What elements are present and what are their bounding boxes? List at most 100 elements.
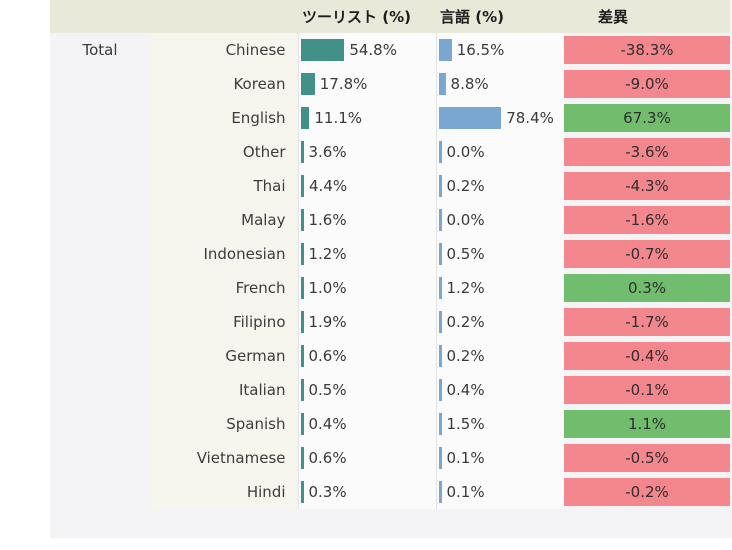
difference-value: 67.3% xyxy=(564,104,730,132)
tourist-bar-cell[interactable]: 0.4% xyxy=(297,407,436,441)
difference-value: -0.7% xyxy=(564,240,730,268)
row-language-label[interactable]: Vietnamese xyxy=(150,441,298,475)
tourist-bar-cell[interactable]: 1.9% xyxy=(297,305,436,339)
language-value: 8.8% xyxy=(450,75,489,93)
difference-cell[interactable]: 67.3% xyxy=(564,101,730,135)
difference-cell[interactable]: -1.7% xyxy=(564,305,730,339)
row-language-label[interactable]: Filipino xyxy=(150,305,298,339)
table-row[interactable]: Total Chinese 54.8% 16.5% -38.3% xyxy=(50,33,730,67)
tourist-bar-wrapper: 0.6% xyxy=(299,341,436,371)
language-bar-wrapper: 8.8% xyxy=(437,69,565,99)
language-bar-cell[interactable]: 8.8% xyxy=(435,67,565,101)
tourist-bar-cell[interactable]: 0.6% xyxy=(297,339,436,373)
table-row[interactable]: Malay 1.6% 0.0% -1.6% xyxy=(50,203,730,237)
difference-value: -0.5% xyxy=(564,444,730,472)
tourist-bar-cell[interactable]: 1.0% xyxy=(297,271,436,305)
language-bar-cell[interactable]: 0.4% xyxy=(435,373,565,407)
table-row[interactable]: English 11.1% 78.4% 67.3% xyxy=(50,101,730,135)
difference-cell[interactable]: 1.1% xyxy=(564,407,730,441)
table-row[interactable]: Spanish 0.4% 1.5% 1.1% xyxy=(50,407,730,441)
language-bar xyxy=(438,73,446,95)
row-language-label[interactable]: English xyxy=(150,101,298,135)
language-bar-cell[interactable]: 1.5% xyxy=(435,407,564,441)
language-bar-cell[interactable]: 0.0% xyxy=(435,135,565,169)
header-language[interactable]: 言語 (%) xyxy=(436,0,564,33)
difference-cell[interactable]: -9.0% xyxy=(564,67,730,101)
language-bar-wrapper: 0.1% xyxy=(437,477,565,507)
tourist-bar-cell[interactable]: 1.6% xyxy=(297,203,436,237)
language-bar-wrapper: 0.0% xyxy=(437,205,565,235)
tourist-value: 17.8% xyxy=(319,75,368,93)
row-language-label[interactable]: Spanish xyxy=(150,407,298,441)
row-language-label[interactable]: Korean xyxy=(150,67,298,101)
language-bar-cell[interactable]: 0.5% xyxy=(435,237,565,271)
difference-value: -0.1% xyxy=(564,376,730,404)
row-language-label[interactable]: Indonesian xyxy=(150,237,298,271)
row-language-label[interactable]: Malay xyxy=(150,203,298,237)
difference-value: -4.3% xyxy=(564,172,730,200)
table-row[interactable]: Filipino 1.9% 0.2% -1.7% xyxy=(50,305,730,339)
row-language-label[interactable]: Other xyxy=(150,135,298,169)
tourist-bar-wrapper: 3.6% xyxy=(299,137,436,167)
language-bar-cell[interactable]: 0.2% xyxy=(435,169,565,203)
language-bar-wrapper: 0.4% xyxy=(437,375,565,405)
language-value: 0.0% xyxy=(446,143,485,161)
difference-cell[interactable]: -3.6% xyxy=(564,135,730,169)
tourist-value: 11.1% xyxy=(314,109,363,127)
tourist-bar xyxy=(300,107,310,129)
language-bar-cell[interactable]: 0.1% xyxy=(435,475,565,509)
language-bar-cell[interactable]: 0.1% xyxy=(435,441,564,475)
tourist-bar-cell[interactable]: 1.2% xyxy=(297,237,436,271)
language-bar-cell[interactable]: 0.2% xyxy=(435,305,564,339)
difference-cell[interactable]: -4.3% xyxy=(564,169,730,203)
language-value: 0.2% xyxy=(446,347,485,365)
row-group-label xyxy=(50,203,150,237)
difference-cell[interactable]: -0.2% xyxy=(564,475,730,509)
table-row[interactable]: Thai 4.4% 0.2% -4.3% xyxy=(50,169,730,203)
row-language-label[interactable]: French xyxy=(150,271,298,305)
language-bar-cell[interactable]: 78.4% xyxy=(435,101,564,135)
language-comparison-table: ツーリスト (%) 言語 (%) 差異 Total Chinese 54.8% 16.… xyxy=(50,0,730,509)
difference-cell[interactable]: -1.6% xyxy=(564,203,730,237)
header-difference[interactable]: 差異 xyxy=(564,0,730,33)
row-language-label[interactable]: Hindi xyxy=(150,475,298,509)
language-bar-wrapper: 0.0% xyxy=(437,137,565,167)
difference-value: -3.6% xyxy=(564,138,730,166)
language-bar-cell[interactable]: 1.2% xyxy=(435,271,564,305)
table-row[interactable]: German 0.6% 0.2% -0.4% xyxy=(50,339,730,373)
language-bar-wrapper: 0.2% xyxy=(437,171,565,201)
difference-cell[interactable]: 0.3% xyxy=(564,271,730,305)
table-row[interactable]: Hindi 0.3% 0.1% -0.2% xyxy=(50,475,730,509)
tourist-bar-cell[interactable]: 17.8% xyxy=(297,67,436,101)
difference-cell[interactable]: -38.3% xyxy=(564,33,730,67)
row-language-label[interactable]: Thai xyxy=(150,169,298,203)
table-row[interactable]: French 1.0% 1.2% 0.3% xyxy=(50,271,730,305)
row-language-label[interactable]: German xyxy=(150,339,298,373)
language-value: 1.2% xyxy=(446,279,485,297)
difference-cell[interactable]: -0.5% xyxy=(564,441,730,475)
difference-cell[interactable]: -0.7% xyxy=(564,237,730,271)
tourist-bar-cell[interactable]: 0.6% xyxy=(297,441,436,475)
table-row[interactable]: Other 3.6% 0.0% -3.6% xyxy=(50,135,730,169)
language-bar-cell[interactable]: 0.0% xyxy=(435,203,565,237)
table-row[interactable]: Korean 17.8% 8.8% -9.0% xyxy=(50,67,730,101)
row-language-label[interactable]: Italian xyxy=(150,373,298,407)
difference-cell[interactable]: -0.1% xyxy=(564,373,730,407)
language-bar-cell[interactable]: 16.5% xyxy=(435,33,564,67)
tourist-bar-cell[interactable]: 4.4% xyxy=(297,169,436,203)
table-row[interactable]: Vietnamese 0.6% 0.1% -0.5% xyxy=(50,441,730,475)
tourist-bar-cell[interactable]: 11.1% xyxy=(297,101,436,135)
tourist-bar-cell[interactable]: 0.5% xyxy=(297,373,436,407)
table-row[interactable]: Italian 0.5% 0.4% -0.1% xyxy=(50,373,730,407)
language-bar-wrapper: 0.5% xyxy=(437,239,565,269)
language-bar-cell[interactable]: 0.2% xyxy=(435,339,564,373)
tourist-bar-cell[interactable]: 0.3% xyxy=(297,475,436,509)
header-tourist[interactable]: ツーリスト (%) xyxy=(298,0,436,33)
row-group-label xyxy=(50,407,150,441)
row-language-label[interactable]: Chinese xyxy=(150,33,298,67)
tourist-bar-cell[interactable]: 3.6% xyxy=(297,135,436,169)
tourist-bar-cell[interactable]: 54.8% xyxy=(297,33,436,67)
difference-value: -38.3% xyxy=(564,36,730,64)
table-row[interactable]: Indonesian 1.2% 0.5% -0.7% xyxy=(50,237,730,271)
difference-cell[interactable]: -0.4% xyxy=(564,339,730,373)
